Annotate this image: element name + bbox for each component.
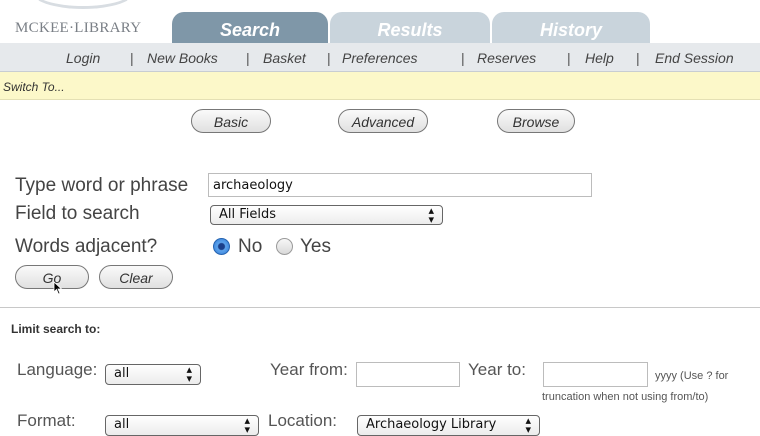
format-select-value: all (114, 417, 130, 432)
browse-button[interactable]: Browse (497, 109, 575, 133)
year-hint-line1: yyyy (Use ? for (655, 370, 729, 382)
language-select-value: all (114, 366, 130, 381)
nav-basket-link[interactable]: Basket (263, 50, 306, 66)
limit-heading: Limit search to: (11, 322, 101, 336)
query-label: Type word or phrase (15, 175, 189, 196)
tab-history[interactable]: History (492, 12, 650, 43)
year-hint-line2: truncation when not using from/to) (542, 391, 709, 403)
year-to-input[interactable] (543, 362, 648, 387)
language-select[interactable]: all ▴ ▾ (105, 364, 201, 385)
year-from-input[interactable] (356, 362, 460, 387)
adjacent-no-label: No (238, 236, 263, 257)
field-select[interactable]: All Fields ▴ ▾ (210, 205, 443, 225)
nav-separator: | (567, 50, 571, 66)
nav-separator: | (636, 50, 640, 66)
section-divider (0, 307, 760, 308)
nav-separator: | (461, 50, 465, 66)
logo-arc (30, 0, 136, 9)
field-label: Field to search (15, 203, 140, 224)
location-label: Location: (268, 411, 337, 430)
nav-reserves-link[interactable]: Reserves (477, 50, 536, 66)
updown-arrows-icon: ▴ ▾ (244, 414, 250, 436)
field-select-value: All Fields (219, 207, 277, 222)
format-select[interactable]: all ▴ ▾ (105, 415, 259, 436)
switch-bar: Switch To... (0, 72, 760, 100)
nav-new-books-link[interactable]: New Books (147, 50, 218, 66)
nav-preferences-link[interactable]: Preferences (342, 50, 417, 66)
nav-help-link[interactable]: Help (585, 50, 614, 66)
adjacent-no-radio[interactable] (213, 238, 230, 255)
tab-results[interactable]: Results (330, 12, 490, 43)
basic-search-button[interactable]: Basic (191, 109, 271, 133)
nav-separator: | (327, 50, 331, 66)
nav-login-link[interactable]: Login (66, 50, 100, 66)
nav-separator: | (246, 50, 250, 66)
tab-search[interactable]: Search (172, 12, 328, 43)
nav-separator: | (130, 50, 134, 66)
nav-bar: Login | New Books | Basket | Preferences… (0, 43, 760, 72)
adjacent-label: Words adjacent? (15, 236, 158, 257)
location-select-value: Archaeology Library (366, 417, 497, 432)
format-label: Format: (17, 411, 76, 430)
mouse-pointer-icon (53, 281, 63, 295)
updown-arrows-icon: ▴ ▾ (428, 204, 434, 226)
updown-arrows-icon: ▴ ▾ (525, 414, 531, 436)
year-to-label: Year to: (468, 360, 526, 379)
query-input[interactable] (208, 173, 592, 197)
adjacent-yes-label: Yes (300, 236, 331, 257)
go-button[interactable]: Go (15, 265, 89, 289)
switch-to-link[interactable]: Switch To... (3, 80, 65, 94)
language-label: Language: (17, 360, 98, 379)
year-from-label: Year from: (270, 360, 348, 379)
location-select[interactable]: Archaeology Library ▴ ▾ (357, 415, 540, 436)
library-logo: MCKEE·LIBRARY (15, 20, 142, 36)
nav-end-session-link[interactable]: End Session (655, 50, 734, 66)
updown-arrows-icon: ▴ ▾ (186, 363, 192, 385)
adjacent-yes-radio[interactable] (276, 238, 293, 255)
clear-button[interactable]: Clear (99, 265, 173, 289)
advanced-search-button[interactable]: Advanced (338, 109, 428, 133)
